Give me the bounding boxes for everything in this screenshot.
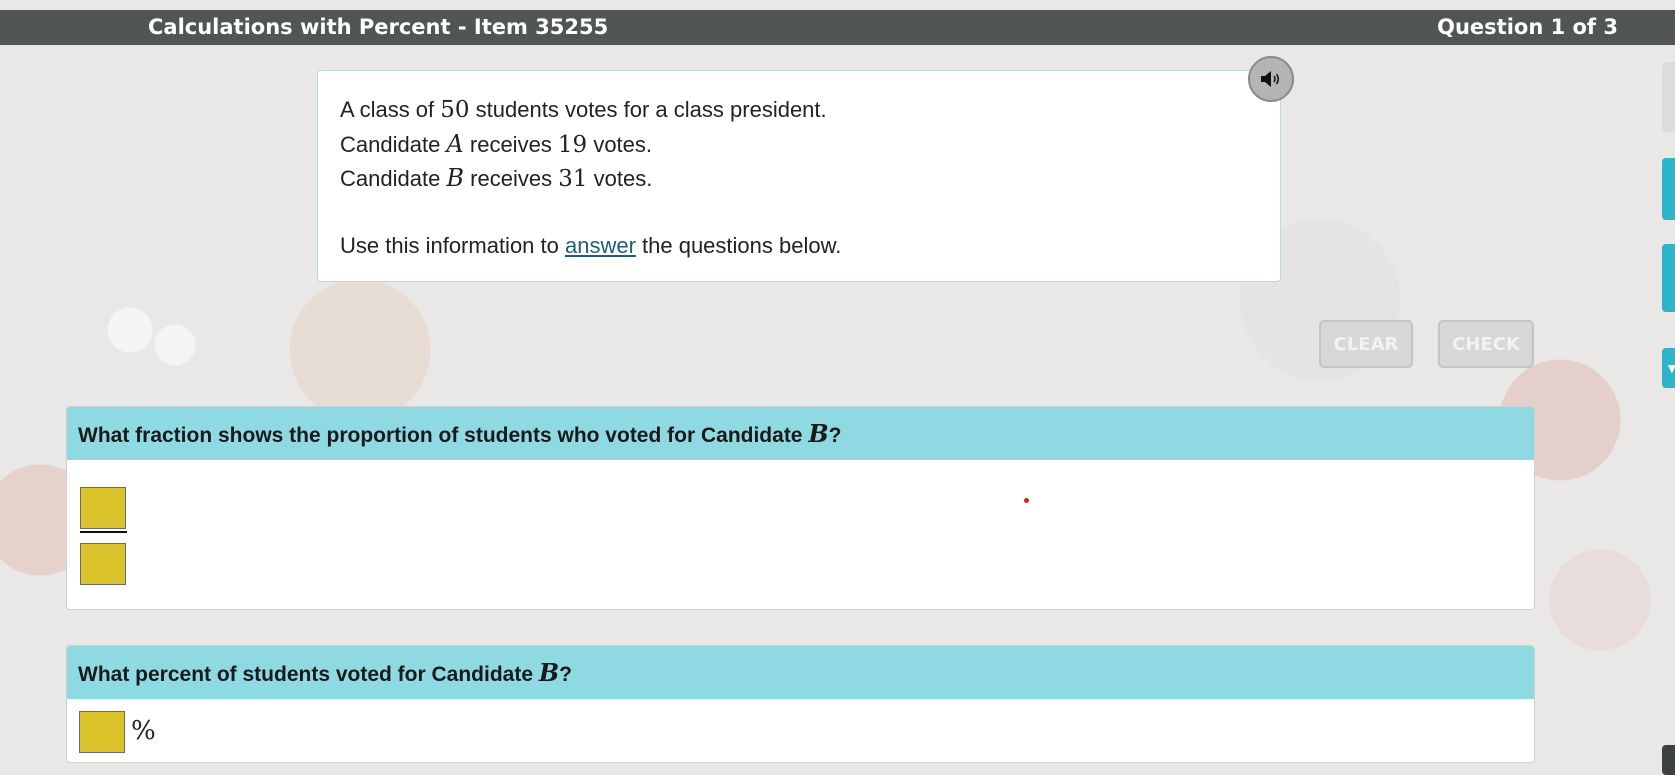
info-line-4: Use this information to answer the quest… — [340, 233, 842, 258]
side-tab-bottom[interactable] — [1662, 745, 1675, 775]
question-counter: Question 1 of 3 — [1437, 15, 1618, 39]
top-bar: Calculations with Percent - Item 35255 Q… — [0, 10, 1675, 45]
question-card-fraction: What fraction shows the proportion of st… — [66, 406, 1535, 610]
question-prompt: What fraction shows the proportion of st… — [67, 407, 1534, 460]
cursor-marker — [1024, 498, 1029, 503]
numerator-input[interactable] — [80, 487, 126, 529]
percent-input[interactable] — [79, 711, 125, 753]
problem-info-box: A class of 50 students votes for a class… — [317, 70, 1281, 282]
info-line-1: A class of 50 students votes for a class… — [340, 97, 827, 123]
clear-button[interactable]: CLEAR — [1319, 320, 1413, 368]
check-button[interactable]: CHECK — [1438, 320, 1534, 368]
answer-link[interactable]: answer — [565, 233, 636, 258]
side-tab-1[interactable] — [1662, 62, 1675, 132]
question-prompt: What percent of students voted for Candi… — [67, 646, 1534, 699]
audio-button[interactable] — [1248, 56, 1294, 102]
question-card-percent: What percent of students voted for Candi… — [66, 645, 1535, 763]
side-tab-2[interactable] — [1662, 158, 1675, 220]
denominator-input[interactable] — [80, 543, 126, 585]
info-line-2: Candidate A receives 19 votes. — [340, 130, 653, 158]
percent-sign: % — [131, 716, 156, 746]
page-title: Calculations with Percent - Item 35255 — [148, 15, 609, 39]
fraction-bar — [80, 531, 127, 533]
chevron-down-icon: ▼ — [1665, 360, 1675, 376]
speaker-icon — [1261, 71, 1279, 87]
side-tab-3[interactable] — [1662, 244, 1675, 312]
side-tab-collapse[interactable]: ▼ — [1662, 348, 1675, 388]
info-line-3: Candidate B receives 31 votes. — [340, 164, 653, 192]
